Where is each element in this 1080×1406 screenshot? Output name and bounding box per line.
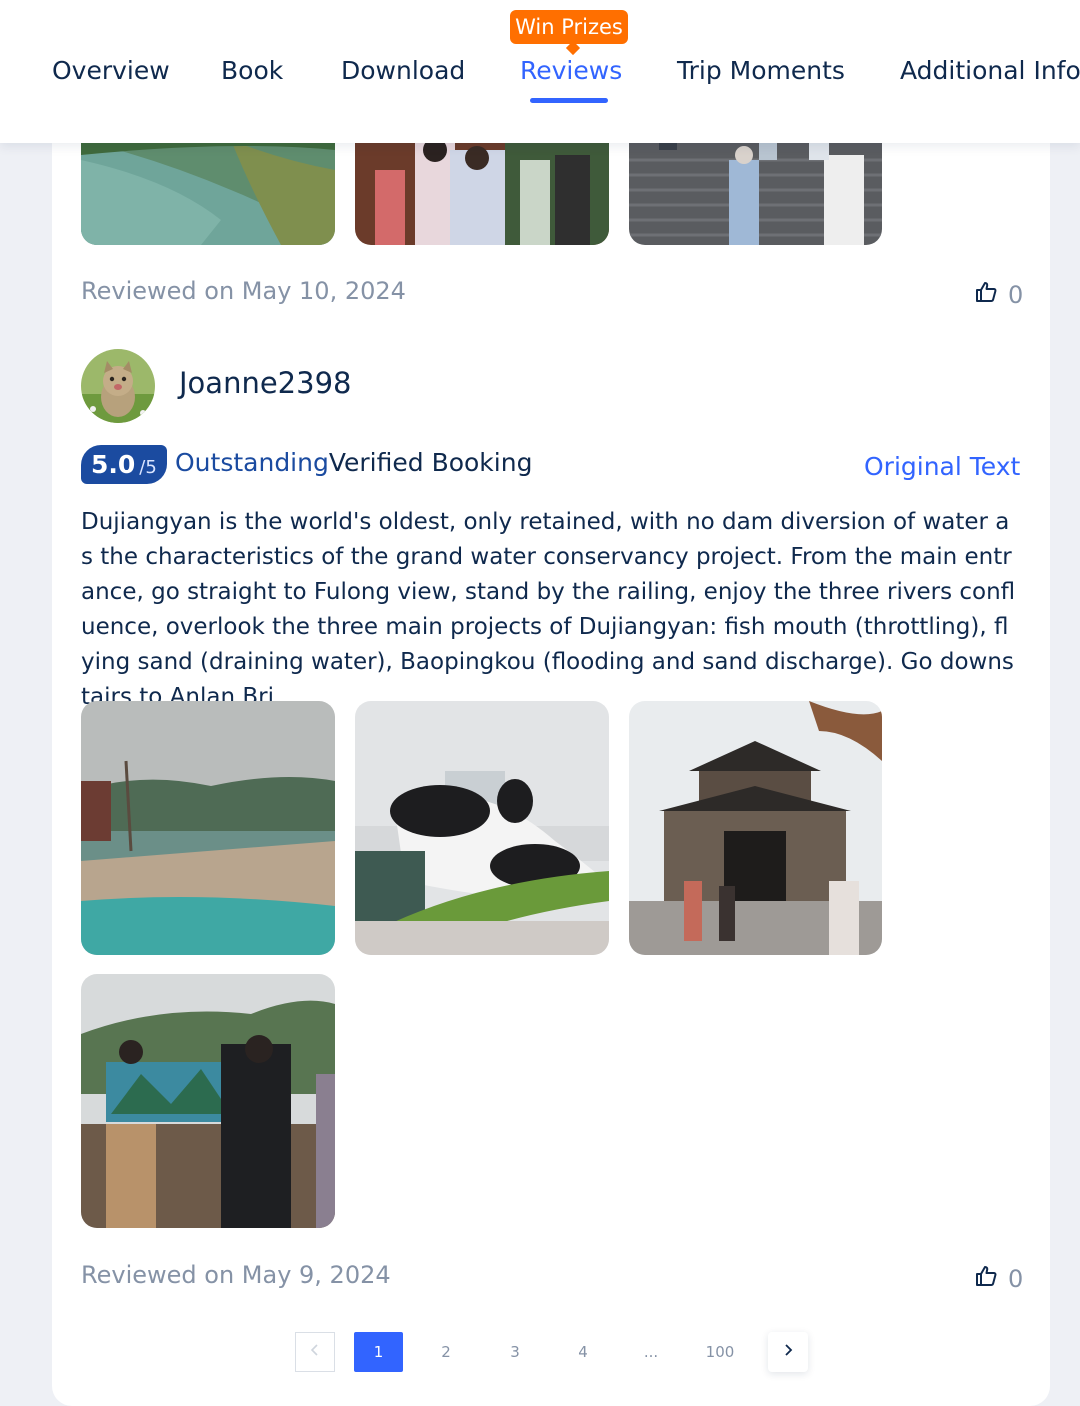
review-photo[interactable] [81,974,335,1228]
tab-overview[interactable]: Overview [52,54,170,88]
page-gutter-left [12,143,52,1406]
like-count: 0 [1008,281,1024,309]
score-value: 5.0 [91,450,136,479]
kitten-avatar-icon [81,349,155,423]
chevron-right-icon [781,1343,795,1361]
tab-book[interactable]: Book [221,54,283,88]
pagination-page[interactable]: 2 [426,1332,466,1372]
like-button[interactable]: 0 [974,1264,1023,1294]
rating-label: OutstandingVerified Booking [175,448,532,477]
pagination-page[interactable]: 4 [563,1332,603,1372]
tab-additional-info[interactable]: Additional Info [900,54,1080,88]
pagination-page[interactable]: 3 [495,1332,535,1372]
review-date: Reviewed on May 10, 2024 [81,277,406,305]
active-tab-indicator [530,98,608,103]
section-tab-bar: Overview Book Download Reviews Trip Mome… [0,0,1080,143]
review-text: Dujiangyan is the world's oldest, only r… [81,509,1016,710]
score-badge: 5.0 /5 [81,445,167,484]
review-photo[interactable] [355,701,609,955]
review-photo[interactable] [81,701,335,955]
thumbs-up-icon [974,1264,998,1294]
page-gutter-right [1050,143,1080,1406]
verified-booking: Verified Booking [328,448,533,477]
pagination-page[interactable]: 1 [354,1332,403,1372]
thumbs-up-icon [974,280,998,310]
chevron-left-icon [308,1343,322,1361]
like-button[interactable]: 0 [974,280,1023,310]
tab-download[interactable]: Download [341,54,465,88]
rating-word: Outstanding [175,448,329,477]
review-photo[interactable] [629,701,882,955]
pagination-next-button[interactable] [768,1332,808,1372]
pagination-prev-button[interactable] [295,1332,335,1372]
original-text-link[interactable]: Original Text [864,452,1020,481]
like-count: 0 [1008,1265,1024,1293]
reviewer-name[interactable]: Joanne2398 [179,366,351,400]
win-prizes-badge[interactable]: Win Prizes [510,10,628,44]
pagination-ellipsis: ... [643,1343,659,1361]
review-date: Reviewed on May 9, 2024 [81,1261,391,1289]
tab-trip-moments[interactable]: Trip Moments [677,54,845,88]
tab-reviews[interactable]: Reviews [520,54,622,88]
pagination-page[interactable]: 100 [700,1332,740,1372]
score-max: /5 [139,457,157,478]
avatar[interactable] [81,349,155,423]
